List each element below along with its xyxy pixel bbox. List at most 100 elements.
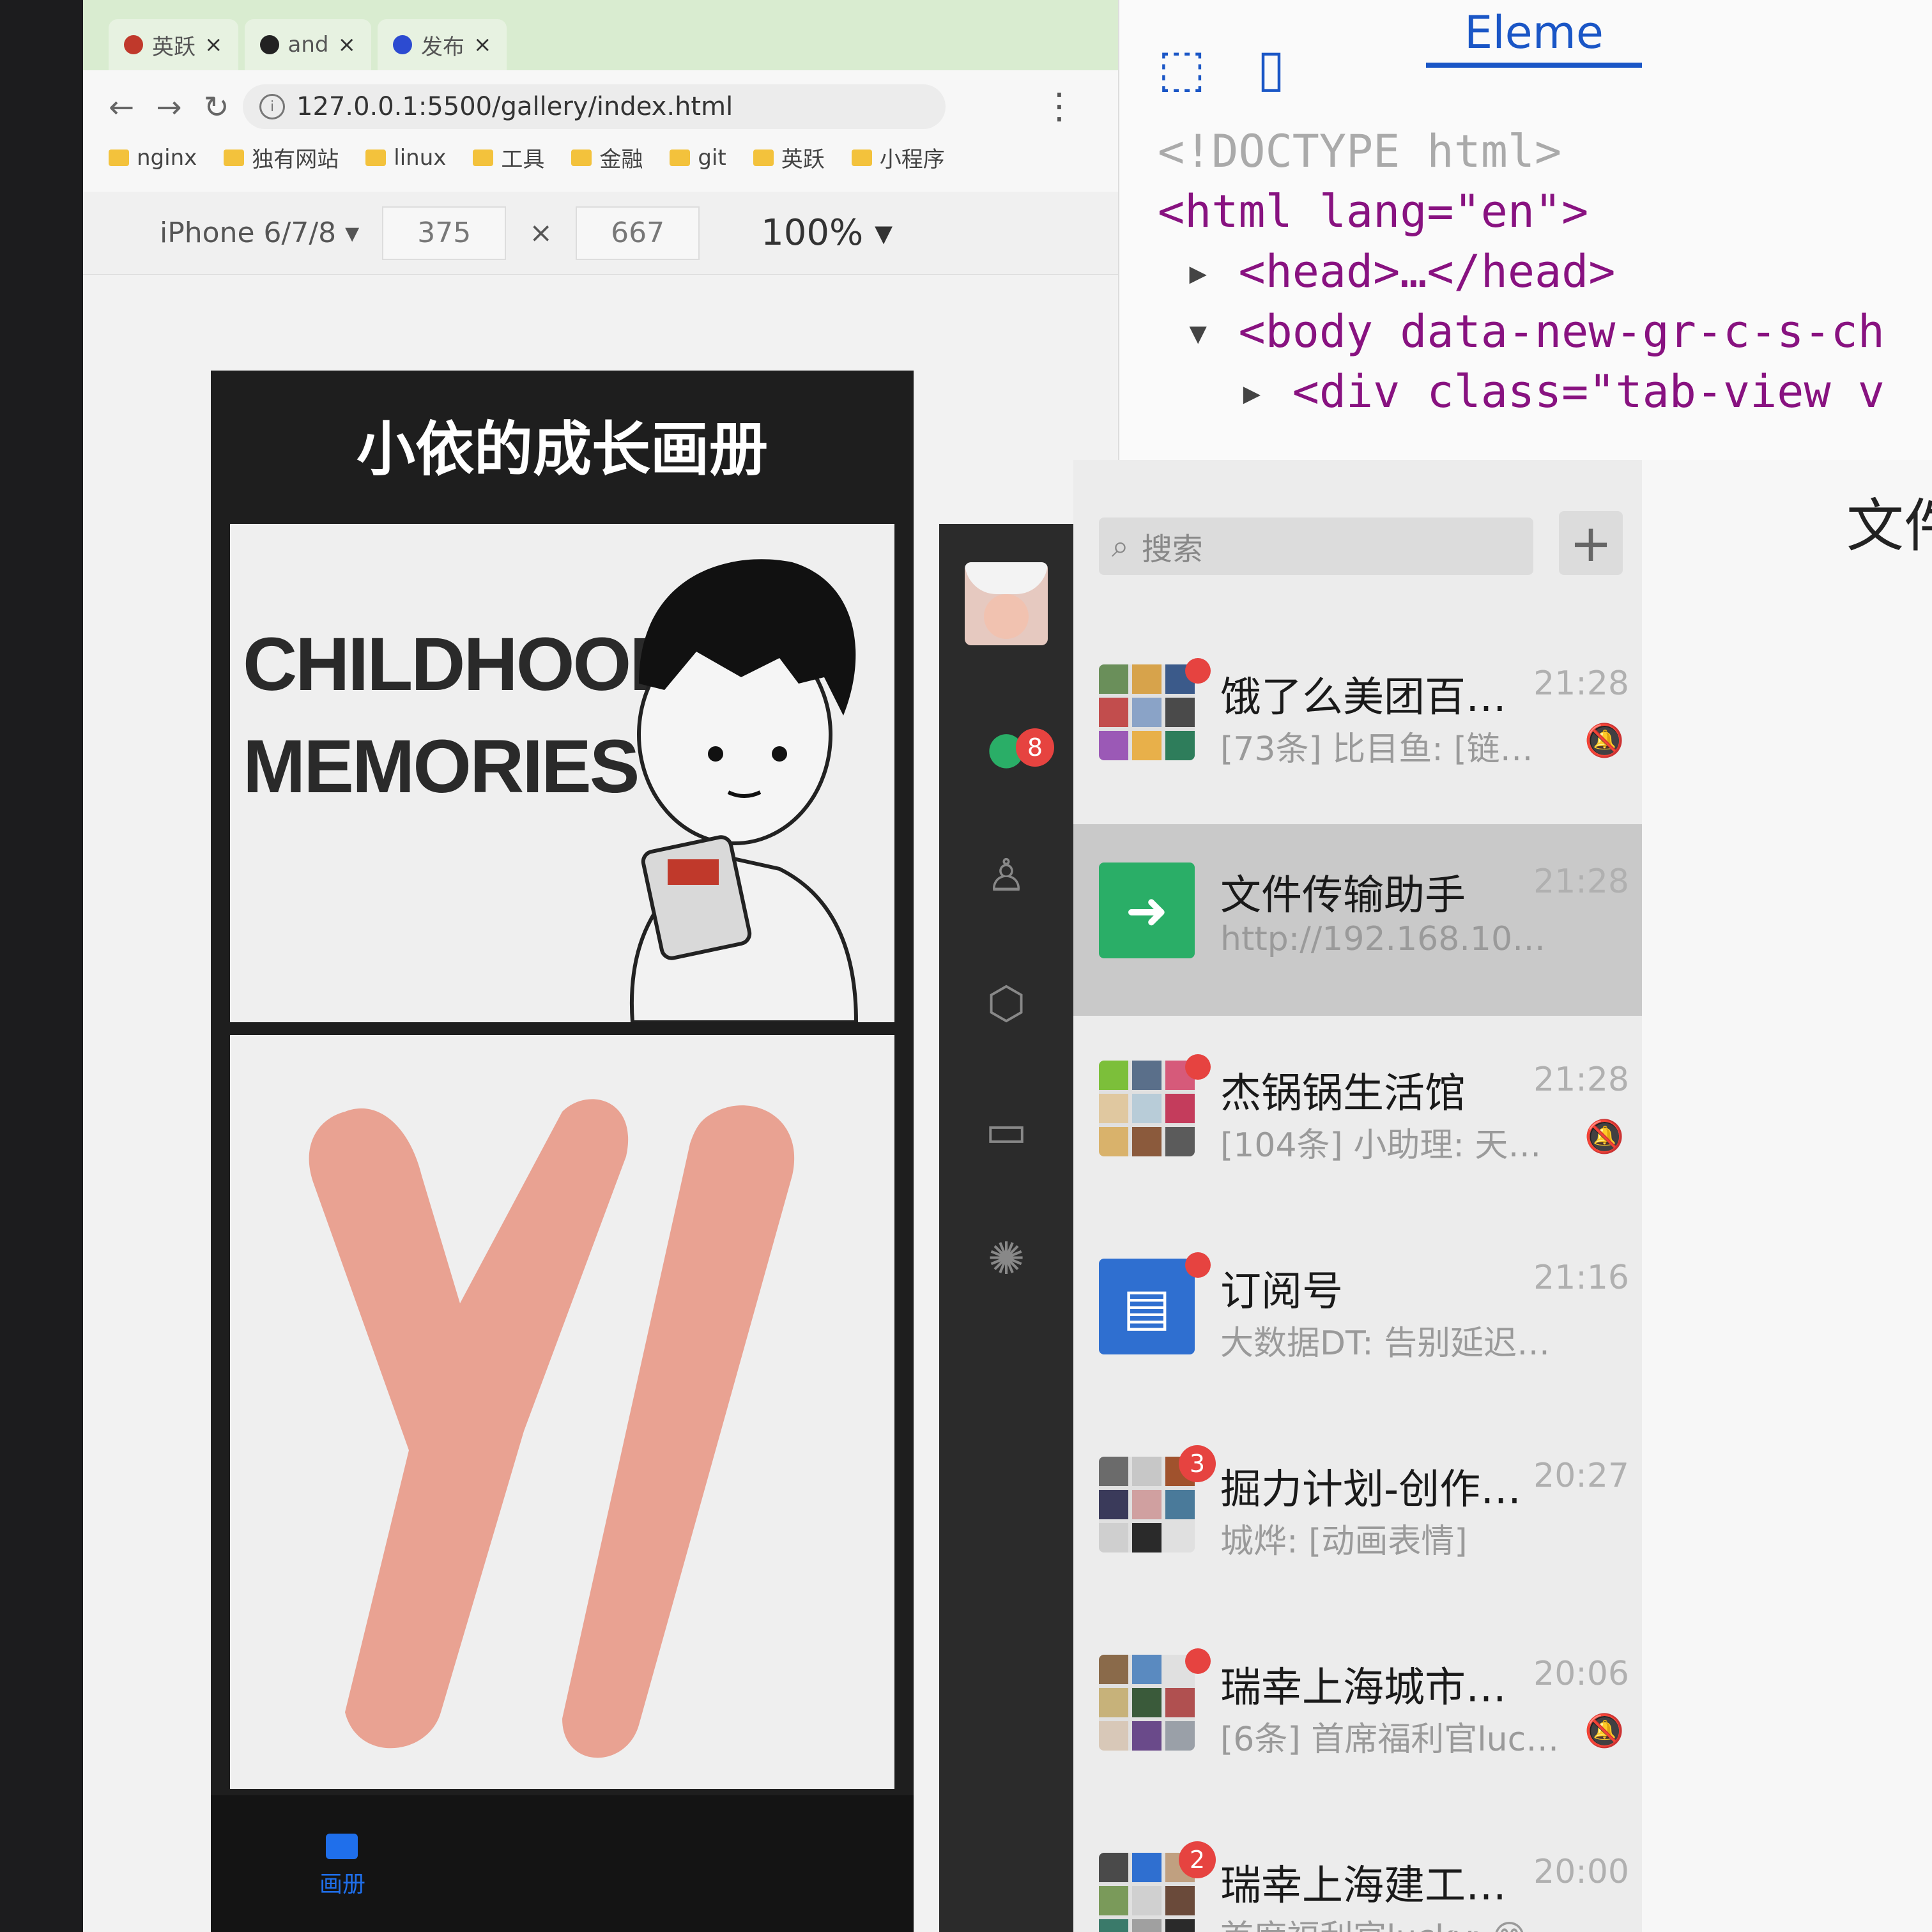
bookmark-item[interactable]: nginx: [109, 142, 197, 173]
zoom-select[interactable]: 100% ▾: [761, 212, 893, 254]
address-bar[interactable]: i 127.0.0.1:5500/gallery/index.html: [243, 84, 946, 129]
head-line[interactable]: <head>…</head>: [1238, 245, 1615, 298]
times-label: ×: [529, 217, 553, 249]
bookmark-label: git: [698, 144, 726, 171]
bookmarks-bar: nginx 独有网站 linux 工具 金融 git 英跃 小程序: [109, 142, 945, 173]
chat-time: 20:00: [1533, 1853, 1629, 1891]
chat-name: 杰锅锅生活馆: [1220, 1070, 1466, 1117]
devtools-tools: ⬚ ▯: [1158, 38, 1285, 98]
height-input[interactable]: 667: [576, 206, 700, 260]
browser-tab-3[interactable]: 发布 ×: [377, 19, 507, 70]
bookmark-item[interactable]: linux: [365, 142, 446, 173]
tab-label: 发布: [420, 34, 464, 60]
body-line[interactable]: <body data-new-gr-c-s-ch: [1238, 305, 1884, 358]
chat-name: 订阅号: [1220, 1268, 1343, 1315]
list-item[interactable]: 杰锅锅生活馆 [104条] 小助理: 天猫官... 21:28 🔕: [1073, 1022, 1642, 1214]
close-icon[interactable]: ×: [337, 32, 356, 57]
chat-name: 瑞幸上海城市31群: [1220, 1664, 1527, 1712]
paw-icon: [392, 35, 412, 54]
chat-name: 文件传输助手: [1220, 872, 1466, 919]
avatar-hat: [965, 562, 1048, 594]
phone-viewport: 小依的成长画册 CHILDHOOD MEMORIES 画册: [211, 371, 914, 1932]
screen: 英跃 × and × 发布 × ← → ↻ i 127.0.0.1:5500/g…: [83, 0, 1932, 1932]
subscription-icon: ▤: [1099, 1259, 1195, 1354]
gallery-nav-icon[interactable]: [326, 1834, 358, 1859]
avatar-face: [984, 594, 1029, 639]
chat-time: 21:28: [1533, 1061, 1629, 1099]
chat-name: 掘力计划-创作者训练...: [1220, 1466, 1527, 1514]
devtools-panel: ⬚ ▯ Eleme <!DOCTYPE html> <html lang="en…: [1118, 0, 1932, 460]
list-item[interactable]: ▤ 订阅号 大数据DT: 告别延迟决策!... 21:16: [1073, 1220, 1642, 1412]
bookmark-label: 英跃: [781, 147, 825, 172]
tab-bar: 英跃 × and × 发布 ×: [83, 0, 1118, 70]
search-icon: ⌕: [1112, 528, 1129, 564]
chat-preview: 城烨: [动画表情]: [1220, 1522, 1468, 1561]
list-item[interactable]: 2 瑞幸上海建工大厦店... 首席福利官lucky: 😋晚... 20:00: [1073, 1814, 1642, 1932]
folder-icon: [753, 149, 774, 166]
group-avatar: [1099, 1061, 1195, 1156]
chat-preview: http://192.168.105.101:...: [1220, 920, 1565, 958]
mute-icon: 🔕: [1584, 1712, 1625, 1749]
folder-icon: [473, 149, 494, 166]
contacts-icon[interactable]: ♙: [974, 843, 1038, 907]
list-item[interactable]: 饿了么美团百度红包 [73条] 比目鱼: [链接] [... 21:28 🔕: [1073, 626, 1642, 818]
device-select[interactable]: iPhone 6/7/8 ▾: [160, 217, 359, 249]
browser-tab-2[interactable]: and ×: [244, 19, 371, 70]
unread-dot: [1185, 658, 1211, 684]
page-title: 小依的成长画册: [356, 415, 768, 484]
close-icon[interactable]: ×: [204, 32, 223, 57]
file-transfer-icon: ➜: [1099, 862, 1195, 958]
bookmark-item[interactable]: 工具: [473, 142, 544, 173]
zoom-label: 100%: [761, 212, 864, 254]
search-input[interactable]: ⌕ 搜索: [1099, 518, 1533, 575]
menu-icon[interactable]: ⋮: [1041, 86, 1077, 127]
mute-icon: 🔕: [1584, 1118, 1625, 1155]
reload-icon[interactable]: ↻: [203, 89, 229, 125]
yi-letters: [309, 1099, 795, 1758]
folder-icon: [670, 149, 691, 166]
html-line[interactable]: <html lang="en">: [1158, 185, 1588, 238]
bookmark-label: 独有网站: [252, 147, 339, 172]
folder-icon[interactable]: ▭: [974, 1099, 1038, 1163]
moments-icon[interactable]: ✺: [974, 1227, 1038, 1291]
gallery-card-yi[interactable]: [230, 1035, 894, 1789]
chat-name: 饿了么美团百度红包: [1220, 674, 1527, 721]
tab-elements[interactable]: Eleme: [1426, 6, 1642, 68]
bookmark-item[interactable]: 英跃: [753, 142, 825, 173]
gallery-card-childhood[interactable]: CHILDHOOD MEMORIES: [230, 524, 894, 1022]
chat-name: 瑞幸上海建工大厦店...: [1220, 1862, 1527, 1910]
folder-icon: [851, 149, 872, 166]
chat-preview: [73条] 比目鱼: [链接] [...: [1220, 730, 1565, 769]
device-toggle-icon[interactable]: ▯: [1257, 38, 1285, 98]
forward-icon[interactable]: →: [156, 89, 181, 125]
bookmark-item[interactable]: 独有网站: [224, 142, 339, 173]
list-item[interactable]: 瑞幸上海城市31群 [6条] 首席福利官lucky: ... 20:06 🔕: [1073, 1616, 1642, 1808]
favorites-icon[interactable]: ⬡: [974, 971, 1038, 1035]
bookmark-label: 金融: [599, 147, 643, 172]
chat-time: 20:06: [1533, 1655, 1629, 1693]
add-button[interactable]: +: [1559, 511, 1623, 575]
gallery-nav-label[interactable]: 画册: [319, 1866, 365, 1899]
mute-icon: 🔕: [1584, 722, 1625, 759]
unread-dot: [1185, 1054, 1211, 1080]
browser-tab-1[interactable]: 英跃 ×: [109, 19, 238, 70]
div-line[interactable]: <div class="tab-view v: [1292, 365, 1885, 418]
close-icon[interactable]: ×: [473, 32, 492, 57]
browser-toolbar: ← → ↻ i 127.0.0.1:5500/gallery/index.htm…: [83, 70, 1118, 192]
nav-buttons: ← → ↻: [109, 89, 229, 125]
chat-title: 文件传: [1846, 493, 1932, 560]
list-item[interactable]: ➜ 文件传输助手 http://192.168.105.101:... 21:2…: [1073, 824, 1642, 1016]
info-icon[interactable]: i: [259, 94, 285, 119]
bookmark-item[interactable]: git: [670, 142, 726, 173]
bookmark-item[interactable]: 金融: [571, 142, 643, 173]
chat-time: 21:28: [1533, 664, 1629, 703]
inspect-icon[interactable]: ⬚: [1158, 38, 1206, 98]
bookmark-item[interactable]: 小程序: [851, 142, 945, 173]
back-icon[interactable]: ←: [109, 89, 134, 125]
width-input[interactable]: 375: [382, 206, 507, 260]
list-item[interactable]: 3 掘力计划-创作者训练... 城烨: [动画表情] 20:27: [1073, 1418, 1642, 1610]
unread-dot: [1185, 1252, 1211, 1278]
avatar[interactable]: [965, 562, 1048, 645]
group-avatar: [1099, 664, 1195, 760]
folder-icon: [109, 149, 129, 166]
